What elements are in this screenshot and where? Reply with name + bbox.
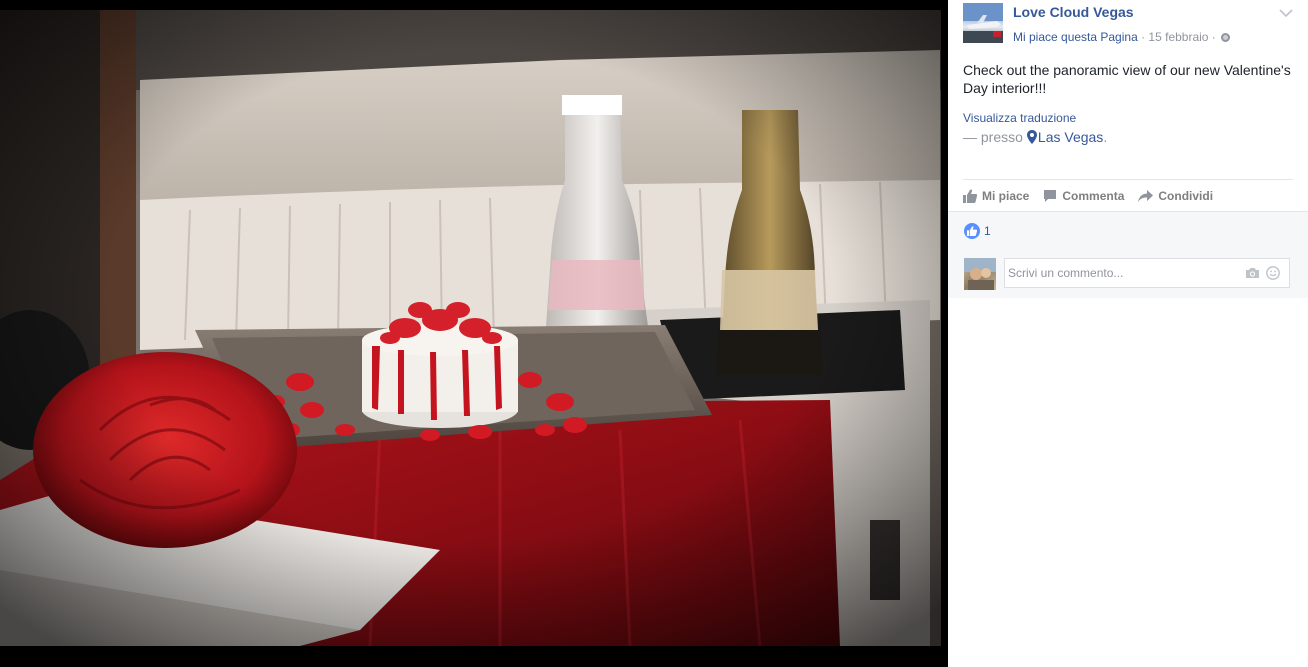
post-actions: Mi piace Commenta Condividi	[963, 186, 1213, 206]
like-reaction-icon	[964, 223, 980, 239]
comment-input[interactable]	[1005, 259, 1238, 287]
reactions-summary[interactable]: 1	[964, 223, 991, 239]
meta-separator: ·	[1137, 30, 1149, 44]
share-icon	[1138, 190, 1154, 202]
camera-icon[interactable]	[1245, 267, 1260, 279]
location-suffix: .	[1103, 129, 1108, 145]
jet-avatar-icon	[963, 3, 1003, 43]
location-line: — presso Las Vegas.	[963, 129, 1107, 145]
like-button[interactable]: Mi piace	[963, 186, 1029, 206]
like-label: Mi piace	[982, 189, 1030, 203]
page-name-link[interactable]: Love Cloud Vegas	[1013, 4, 1134, 20]
comment-label: Commenta	[1062, 189, 1125, 203]
current-user-avatar	[964, 258, 996, 290]
like-page-link[interactable]: Mi piace questa Pagina	[1013, 30, 1138, 44]
pin-icon	[1026, 130, 1037, 144]
emoji-icon[interactable]	[1266, 266, 1280, 280]
comment-box	[1004, 258, 1290, 288]
meta-separator: ·	[1208, 30, 1220, 44]
reaction-count: 1	[984, 224, 991, 238]
comment-icon	[1044, 190, 1057, 202]
share-label: Condividi	[1158, 189, 1214, 203]
post-meta: Mi piace questa Pagina · 15 febbraio ·	[1013, 30, 1231, 44]
feedback-section: 1	[948, 211, 1308, 298]
globe-icon	[1221, 33, 1231, 42]
post-header: Love Cloud Vegas Mi piace questa Pagina …	[963, 3, 1293, 45]
see-translation-link[interactable]: Visualizza traduzione	[963, 111, 1076, 125]
post-photo[interactable]	[0, 10, 941, 646]
post-side-panel: Love Cloud Vegas Mi piace questa Pagina …	[948, 0, 1308, 667]
thumbs-up-icon	[963, 189, 977, 203]
chevron-down-icon[interactable]	[1279, 8, 1293, 18]
location-link[interactable]: Las Vegas	[1038, 129, 1103, 145]
photo-illustration	[0, 10, 941, 646]
page-avatar[interactable]	[963, 3, 1003, 43]
post-date[interactable]: 15 febbraio	[1148, 30, 1208, 44]
share-button[interactable]: Condividi	[1138, 186, 1213, 206]
post-text: Check out the panoramic view of our new …	[963, 62, 1291, 96]
photo-viewer	[0, 0, 948, 667]
user-photo-icon	[964, 258, 996, 290]
actions-divider	[963, 179, 1293, 180]
comment-button[interactable]: Commenta	[1043, 186, 1124, 206]
location-prefix: — presso	[963, 129, 1023, 145]
